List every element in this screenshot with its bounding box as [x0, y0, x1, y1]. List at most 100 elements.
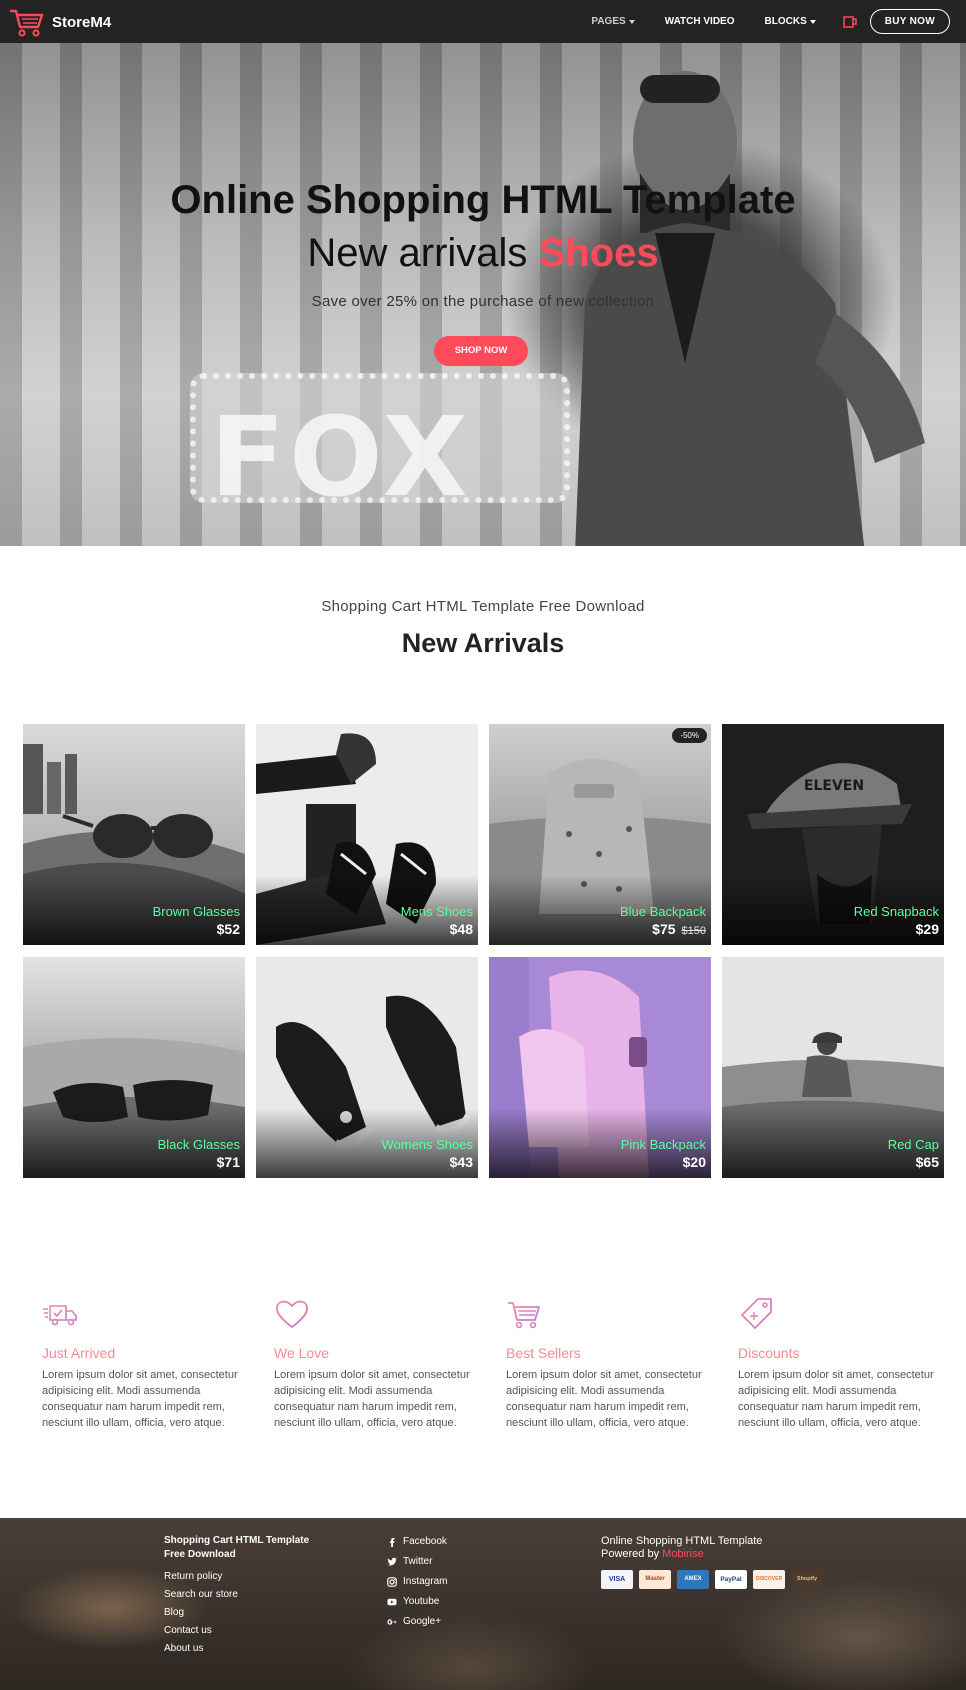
- product-price: $20: [683, 1154, 706, 1170]
- arrivals-title: New Arrivals: [401, 628, 565, 658]
- footer-link-blog[interactable]: Blog: [164, 1604, 324, 1622]
- hero-subtitle-prefix: New arrivals: [307, 231, 528, 275]
- feature-we-love: We Love Lorem ipsum dolor sit amet, cons…: [274, 1296, 474, 1431]
- footer-info-column: Online Shopping HTML Template Powered by…: [601, 1535, 861, 1589]
- nav-item-label: BLOCKS: [764, 16, 807, 27]
- feature-best-sellers: Best Sellers Lorem ipsum dolor sit amet,…: [506, 1296, 706, 1431]
- product-card-blue-backpack[interactable]: -50% Blue Backpack $75 $150: [489, 724, 711, 945]
- visa-card-icon: VISA: [601, 1570, 633, 1589]
- amex-card-icon: AMEX: [677, 1570, 709, 1589]
- heart-icon: [275, 1300, 309, 1329]
- cap-text: ELEVEN: [804, 778, 864, 794]
- feature-title: Just Arrived: [42, 1345, 116, 1361]
- product-card-red-cap[interactable]: Red Cap $65: [722, 957, 944, 1178]
- social-link-google-plus[interactable]: Google+: [387, 1612, 507, 1632]
- footer-social-column: Facebook Twitter Instagram Youtube Googl…: [387, 1532, 507, 1632]
- footer-powered-by: Powered by Mobirise: [601, 1548, 861, 1561]
- product-name: Black Glasses: [157, 1137, 240, 1152]
- facebook-icon: [390, 1538, 395, 1547]
- nav-item-label: WATCH VIDEO: [664, 16, 735, 27]
- youtube-icon: [387, 1598, 397, 1606]
- product-price: $75 $150: [652, 921, 706, 937]
- price-value: $29: [915, 921, 939, 937]
- social-link-facebook[interactable]: Facebook: [387, 1532, 507, 1552]
- nav-item-watch-video[interactable]: WATCH VIDEO: [665, 16, 735, 27]
- social-link-twitter[interactable]: Twitter: [387, 1552, 507, 1572]
- product-name: Womens Shoes: [381, 1137, 473, 1152]
- hero-sign-text: FOX: [210, 393, 472, 521]
- cup-icon[interactable]: [842, 14, 858, 30]
- social-label: Instagram: [403, 1576, 448, 1587]
- footer-link-return-policy[interactable]: Return policy: [164, 1568, 324, 1586]
- product-price: $43: [450, 1154, 473, 1170]
- hero-subtitle-accent: Shoes: [538, 231, 659, 275]
- social-link-youtube[interactable]: Youtube: [387, 1592, 507, 1612]
- social-label: Google+: [403, 1616, 442, 1627]
- product-card-black-glasses[interactable]: Black Glasses $71: [23, 957, 245, 1178]
- brand-name: StoreM4: [52, 13, 112, 31]
- product-name: Red Cap: [887, 1137, 939, 1152]
- shop-now-button[interactable]: SHOP NOW: [434, 336, 528, 366]
- discount-badge: -50%: [672, 728, 707, 743]
- buy-now-button[interactable]: BUY NOW: [869, 9, 950, 34]
- product-price: $71: [217, 1154, 240, 1170]
- feature-text: Lorem ipsum dolor sit amet, consectetur …: [738, 1369, 934, 1429]
- caret-down-icon: [809, 19, 816, 24]
- nav-item-pages[interactable]: PAGES: [591, 16, 635, 27]
- product-name: Blue Backpack: [620, 904, 706, 919]
- hero-description: Save over 25% on the purchase of new col…: [311, 293, 655, 310]
- product-card-brown-glasses[interactable]: Brown Glasses $52: [23, 724, 245, 945]
- mobirise-link[interactable]: Mobirise: [662, 1548, 704, 1560]
- price-value: $65: [915, 1154, 939, 1170]
- product-name: Brown Glasses: [152, 904, 240, 919]
- social-label: Facebook: [403, 1536, 447, 1547]
- caret-down-icon: [628, 19, 635, 24]
- social-label: Youtube: [403, 1596, 440, 1607]
- product-price: $29: [916, 921, 939, 937]
- product-card-mens-shoes[interactable]: Mens Shoes $48: [256, 724, 478, 945]
- footer-heading: Shopping Cart HTML Template Free Downloa…: [164, 1535, 310, 1560]
- delivery-truck-icon: [43, 1305, 77, 1326]
- nav-menu: PAGES WATCH VIDEO BLOCKS BUY NOW: [561, 0, 950, 43]
- feature-just-arrived: Just Arrived Lorem ipsum dolor sit amet,…: [42, 1296, 242, 1431]
- social-link-instagram[interactable]: Instagram: [387, 1572, 507, 1592]
- product-card-red-snapback[interactable]: ELEVEN Red Snapback $29: [722, 724, 944, 945]
- shopping-cart-icon: [508, 1302, 540, 1329]
- hero-banner: FOX Online Shopping HTML Template New ar…: [0, 43, 966, 546]
- footer-site-title: Online Shopping HTML Template: [601, 1535, 763, 1547]
- product-price: $48: [450, 921, 473, 937]
- product-name: Mens Shoes: [400, 904, 473, 919]
- mastercard-icon: Master: [639, 1570, 671, 1589]
- payment-methods: VISA Master AMEX PayPal DISCOVER Shopify: [601, 1570, 861, 1589]
- product-price: $52: [217, 921, 240, 937]
- footer-link-contact[interactable]: Contact us: [164, 1622, 324, 1640]
- social-label: Twitter: [403, 1556, 433, 1567]
- product-price: $65: [916, 1154, 939, 1170]
- top-navbar: StoreM4 PAGES WATCH VIDEO BLOCKS BUY NOW: [0, 0, 966, 43]
- feature-discounts: Discounts Lorem ipsum dolor sit amet, co…: [738, 1296, 938, 1431]
- nav-item-blocks[interactable]: BLOCKS: [765, 16, 816, 27]
- price-value: $43: [449, 1154, 473, 1170]
- google-plus-icon: [387, 1619, 397, 1625]
- twitter-icon: [387, 1557, 397, 1566]
- shopify-icon: Shopify: [791, 1570, 823, 1589]
- footer-link-search-store[interactable]: Search our store: [164, 1586, 324, 1604]
- footer: Shopping Cart HTML Template Free Downloa…: [0, 1518, 966, 1690]
- price-value: $75: [652, 921, 676, 937]
- nav-item-label: PAGES: [591, 16, 626, 27]
- brand[interactable]: StoreM4: [8, 5, 111, 39]
- price-tag-icon: [741, 1298, 772, 1329]
- footer-link-about[interactable]: About us: [164, 1640, 324, 1658]
- product-name: Red Snapback: [853, 904, 939, 919]
- footer-links-column: Shopping Cart HTML Template Free Downloa…: [164, 1534, 324, 1658]
- footer-link-list: Return policy Search our store Blog Cont…: [164, 1568, 324, 1658]
- shopping-cart-logo-icon: [10, 9, 44, 37]
- feature-title: Discounts: [738, 1345, 800, 1361]
- product-card-womens-shoes[interactable]: Womens Shoes $43: [256, 957, 478, 1178]
- product-card-pink-backpack[interactable]: Pink Backpack $20: [489, 957, 711, 1178]
- instagram-icon: [387, 1577, 397, 1587]
- powered-by-prefix: Powered by: [601, 1548, 660, 1560]
- feature-text: Lorem ipsum dolor sit amet, consectetur …: [42, 1369, 238, 1429]
- price-value: $52: [216, 921, 240, 937]
- feature-text: Lorem ipsum dolor sit amet, consectetur …: [506, 1369, 702, 1429]
